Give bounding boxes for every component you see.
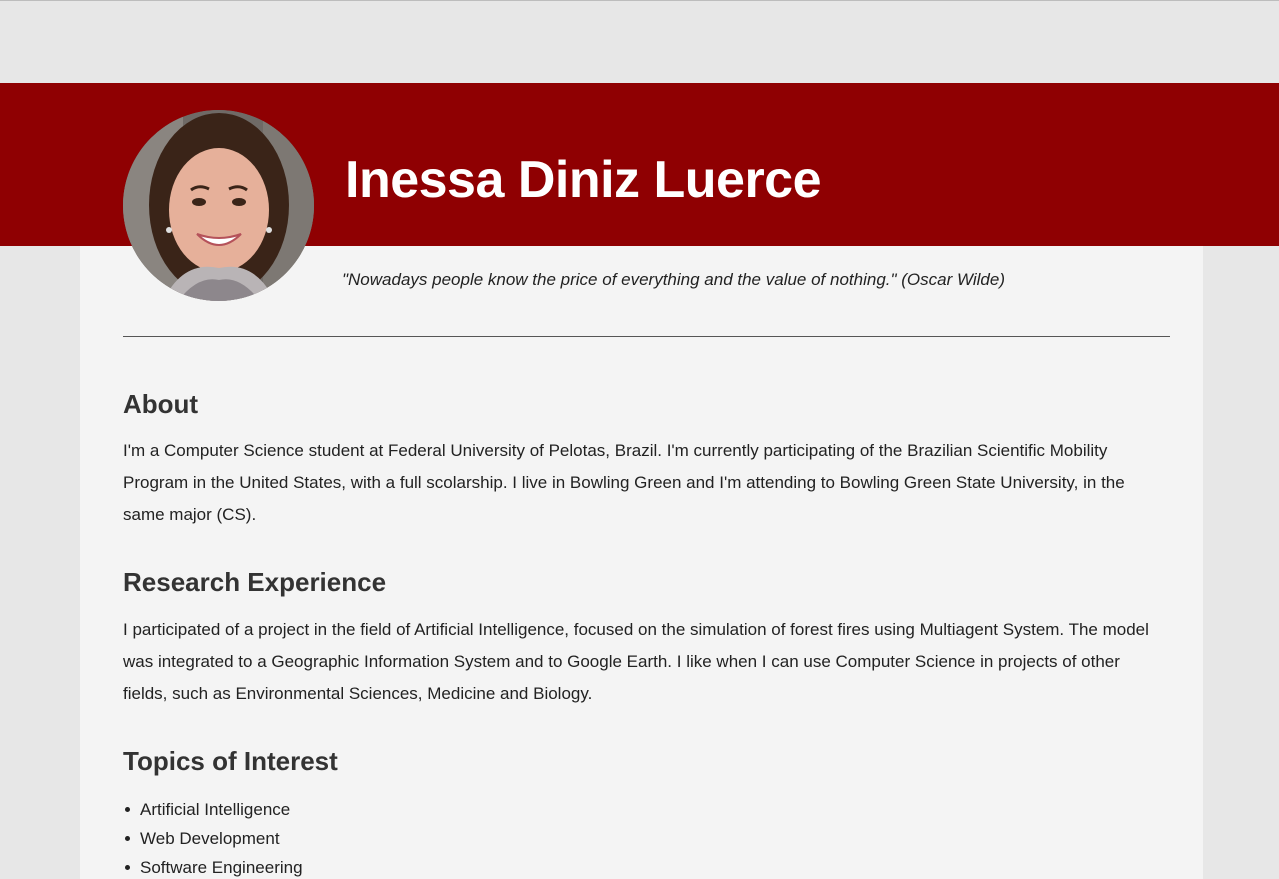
list-item: Artificial Intelligence [123,795,303,824]
list-item-label: Web Development [140,829,280,848]
bullet-icon [125,807,130,812]
profile-name: Inessa Diniz Luerce [345,151,822,209]
list-item: Software Engineering [123,853,303,879]
section-title-about: About [123,389,199,419]
profile-quote: "Nowadays people know the price of every… [342,270,1005,289]
avatar [123,110,314,301]
section-title-research: Research Experience [123,567,387,597]
browser-top-border [0,0,1279,1]
page: Inessa Diniz Luerce "Nowadays people kno… [0,0,1279,879]
bullet-icon [125,836,130,841]
divider [123,336,1170,337]
topics-list: Artificial Intelligence Web Development … [123,795,303,879]
list-item: Web Development [123,824,303,853]
bullet-icon [125,865,130,870]
section-text-research: I participated of a project in the field… [123,620,1149,703]
profile-photo-icon [123,110,314,301]
section-text-about: I'm a Computer Science student at Federa… [123,441,1125,524]
list-item-label: Software Engineering [140,858,303,877]
section-title-topics: Topics of Interest [123,746,338,776]
list-item-label: Artificial Intelligence [140,800,291,819]
content-panel [80,246,1203,879]
